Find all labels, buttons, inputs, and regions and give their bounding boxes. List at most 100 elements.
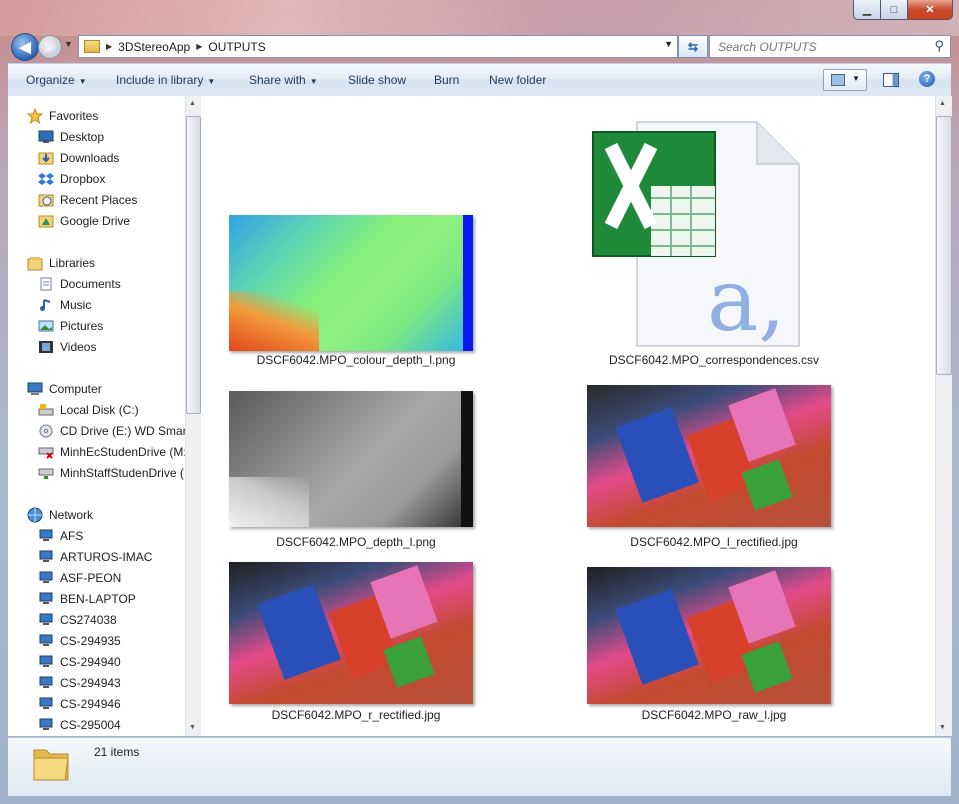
network-computer-icon	[39, 571, 53, 583]
nav-item-network-computer[interactable]: ARTUROS-IMAC	[38, 546, 200, 567]
svg-text:a,: a,	[707, 251, 786, 350]
libraries-icon	[27, 256, 43, 270]
nav-item-network-computer[interactable]: CS-294935	[38, 630, 200, 651]
nav-favorites[interactable]: Favorites	[27, 105, 200, 126]
downloads-icon	[38, 152, 54, 164]
scroll-up-arrow-icon[interactable]: ▲	[189, 100, 196, 107]
nav-item-documents[interactable]: Documents	[38, 273, 200, 294]
nav-item-network-computer[interactable]: AFS	[38, 525, 200, 546]
organize-button[interactable]: Organize ▼	[26, 73, 87, 87]
breadcrumb-outputs[interactable]: OUTPUTS	[208, 40, 265, 54]
address-row: ◀ ▶ ▼ ▶ 3DStereoApp ▶ OUTPUTS ▼ ⇆ ⚲	[8, 33, 951, 61]
recent-pages-dropdown[interactable]: ▼	[64, 39, 73, 49]
address-dropdown-icon[interactable]: ▼	[664, 39, 673, 49]
caption-buttons: ▁ □ ✕	[853, 0, 953, 20]
file-name: DSCF6042.MPO_correspondences.csv	[608, 353, 820, 367]
chevron-right-icon[interactable]: ▶	[106, 42, 112, 51]
network-computer-icon	[39, 676, 53, 688]
depth-thumbnail	[229, 391, 473, 527]
forward-button[interactable]: ▶	[38, 35, 62, 59]
slide-show-button[interactable]: Slide show	[348, 73, 406, 87]
file-name: DSCF6042.MPO_depth_l.png	[276, 535, 436, 549]
maximize-button[interactable]: □	[881, 0, 908, 20]
network-computer-icon	[39, 550, 53, 562]
file-item[interactable]: DSCF6042.MPO_l_rectified.jpg	[579, 382, 849, 549]
folder-icon	[33, 749, 69, 781]
nav-item-network-computer[interactable]: CS274038	[38, 609, 200, 630]
nav-item-network-computer[interactable]: CS-295004	[38, 714, 200, 735]
file-name: DSCF6042.MPO_l_rectified.jpg	[630, 535, 798, 549]
star-icon	[27, 107, 43, 124]
nav-item-cd-drive[interactable]: CD Drive (E:) WD SmartW	[38, 420, 200, 441]
nav-libraries[interactable]: Libraries	[27, 252, 200, 273]
preview-pane-icon[interactable]	[883, 73, 899, 87]
command-bar: Organize ▼ Include in library ▼ Share with…	[8, 63, 951, 97]
network-computer-icon	[39, 697, 53, 709]
nav-item-network-computer[interactable]: CS-294940	[38, 651, 200, 672]
network-computer-icon	[39, 529, 53, 541]
nav-item-network-computer[interactable]: BEN-LAPTOP	[38, 588, 200, 609]
file-item[interactable]: a, DSCF6042.MPO_correspondences.csv	[579, 116, 849, 376]
network-computer-icon	[39, 718, 53, 730]
network-computer-icon	[39, 634, 53, 646]
help-icon[interactable]: ?	[919, 71, 935, 87]
nav-item-desktop[interactable]: Desktop	[38, 126, 200, 147]
file-item[interactable]: DSCF6042.MPO_depth_l.png	[221, 382, 491, 549]
search-box[interactable]: ⚲	[709, 35, 951, 58]
address-bar[interactable]: ▶ 3DStereoApp ▶ OUTPUTS ▼	[78, 35, 678, 58]
nav-item-network-drive-i[interactable]: MinhStaffStudenDrive (I	[38, 462, 200, 483]
burn-button[interactable]: Burn	[434, 73, 459, 87]
include-in-library-button[interactable]: Include in library ▼	[116, 73, 215, 87]
nav-item-network-computer[interactable]: CS-294943	[38, 672, 200, 693]
photo-thumbnail	[587, 567, 831, 704]
nav-item-pictures[interactable]: Pictures	[38, 315, 200, 336]
title-bar	[0, 0, 959, 36]
search-input[interactable]	[716, 38, 930, 55]
file-name: DSCF6042.MPO_r_rectified.jpg	[271, 708, 441, 722]
disconnected-drive-icon	[38, 447, 54, 459]
file-name: DSCF6042.MPO_colour_depth_l.png	[256, 353, 456, 367]
back-button[interactable]: ◀	[11, 33, 39, 61]
scroll-up-arrow-icon[interactable]: ▲	[939, 100, 946, 107]
network-computer-icon	[39, 592, 53, 604]
colour-depth-thumbnail	[229, 215, 473, 351]
file-item[interactable]: DSCF6042.MPO_colour_depth_l.png	[221, 206, 491, 367]
search-icon[interactable]: ⚲	[934, 38, 944, 54]
breadcrumb-3dstereoapp[interactable]: 3DStereoApp	[118, 40, 190, 54]
chevron-down-icon[interactable]: ▼	[852, 74, 860, 83]
nav-item-videos[interactable]: Videos	[38, 336, 200, 357]
share-with-button[interactable]: Share with ▼	[249, 73, 318, 87]
nav-network[interactable]: Network	[27, 504, 200, 525]
nav-item-google-drive[interactable]: Google Drive	[38, 210, 200, 231]
network-drive-icon	[38, 468, 54, 479]
nav-scrollbar-thumb[interactable]	[186, 116, 201, 414]
nav-item-recent-places[interactable]: Recent Places	[38, 189, 200, 210]
change-view-button[interactable]: ▼	[823, 69, 867, 91]
network-icon	[27, 507, 43, 522]
google-drive-icon	[38, 215, 54, 227]
nav-item-network-computer[interactable]: ASF-PEON	[38, 567, 200, 588]
nav-item-network-computer[interactable]: CS-294946	[38, 693, 200, 714]
chevron-right-icon[interactable]: ▶	[196, 42, 202, 51]
nav-item-local-disk[interactable]: Local Disk (C:)	[38, 399, 200, 420]
content-scrollbar-thumb[interactable]	[936, 116, 952, 375]
nav-item-music[interactable]: Music	[38, 294, 200, 315]
pictures-icon	[38, 320, 54, 331]
scroll-down-arrow-icon[interactable]: ▼	[939, 724, 946, 731]
new-folder-button[interactable]: New folder	[489, 73, 546, 87]
file-item[interactable]: DSCF6042.MPO_r_rectified.jpg	[221, 556, 491, 722]
file-item[interactable]: DSCF6042.MPO_raw_l.jpg	[579, 556, 849, 722]
close-button[interactable]: ✕	[908, 0, 953, 20]
navigation-pane: Favorites Desktop Downloads Dropbox Rece…	[8, 96, 200, 736]
scroll-down-arrow-icon[interactable]: ▼	[189, 724, 196, 731]
cd-drive-icon	[39, 424, 53, 437]
computer-icon	[27, 382, 43, 395]
nav-item-network-drive-m[interactable]: MinhEcStudenDrive (M:	[38, 441, 200, 462]
minimize-button[interactable]: ▁	[853, 0, 881, 20]
hard-drive-icon	[38, 403, 54, 415]
nav-item-dropbox[interactable]: Dropbox	[38, 168, 200, 189]
nav-item-downloads[interactable]: Downloads	[38, 147, 200, 168]
refresh-button[interactable]: ⇆	[678, 35, 708, 58]
file-list: DSCF6042.MPO_colour_depth_l.png a, DSCF6…	[201, 96, 935, 736]
nav-computer[interactable]: Computer	[27, 378, 200, 399]
